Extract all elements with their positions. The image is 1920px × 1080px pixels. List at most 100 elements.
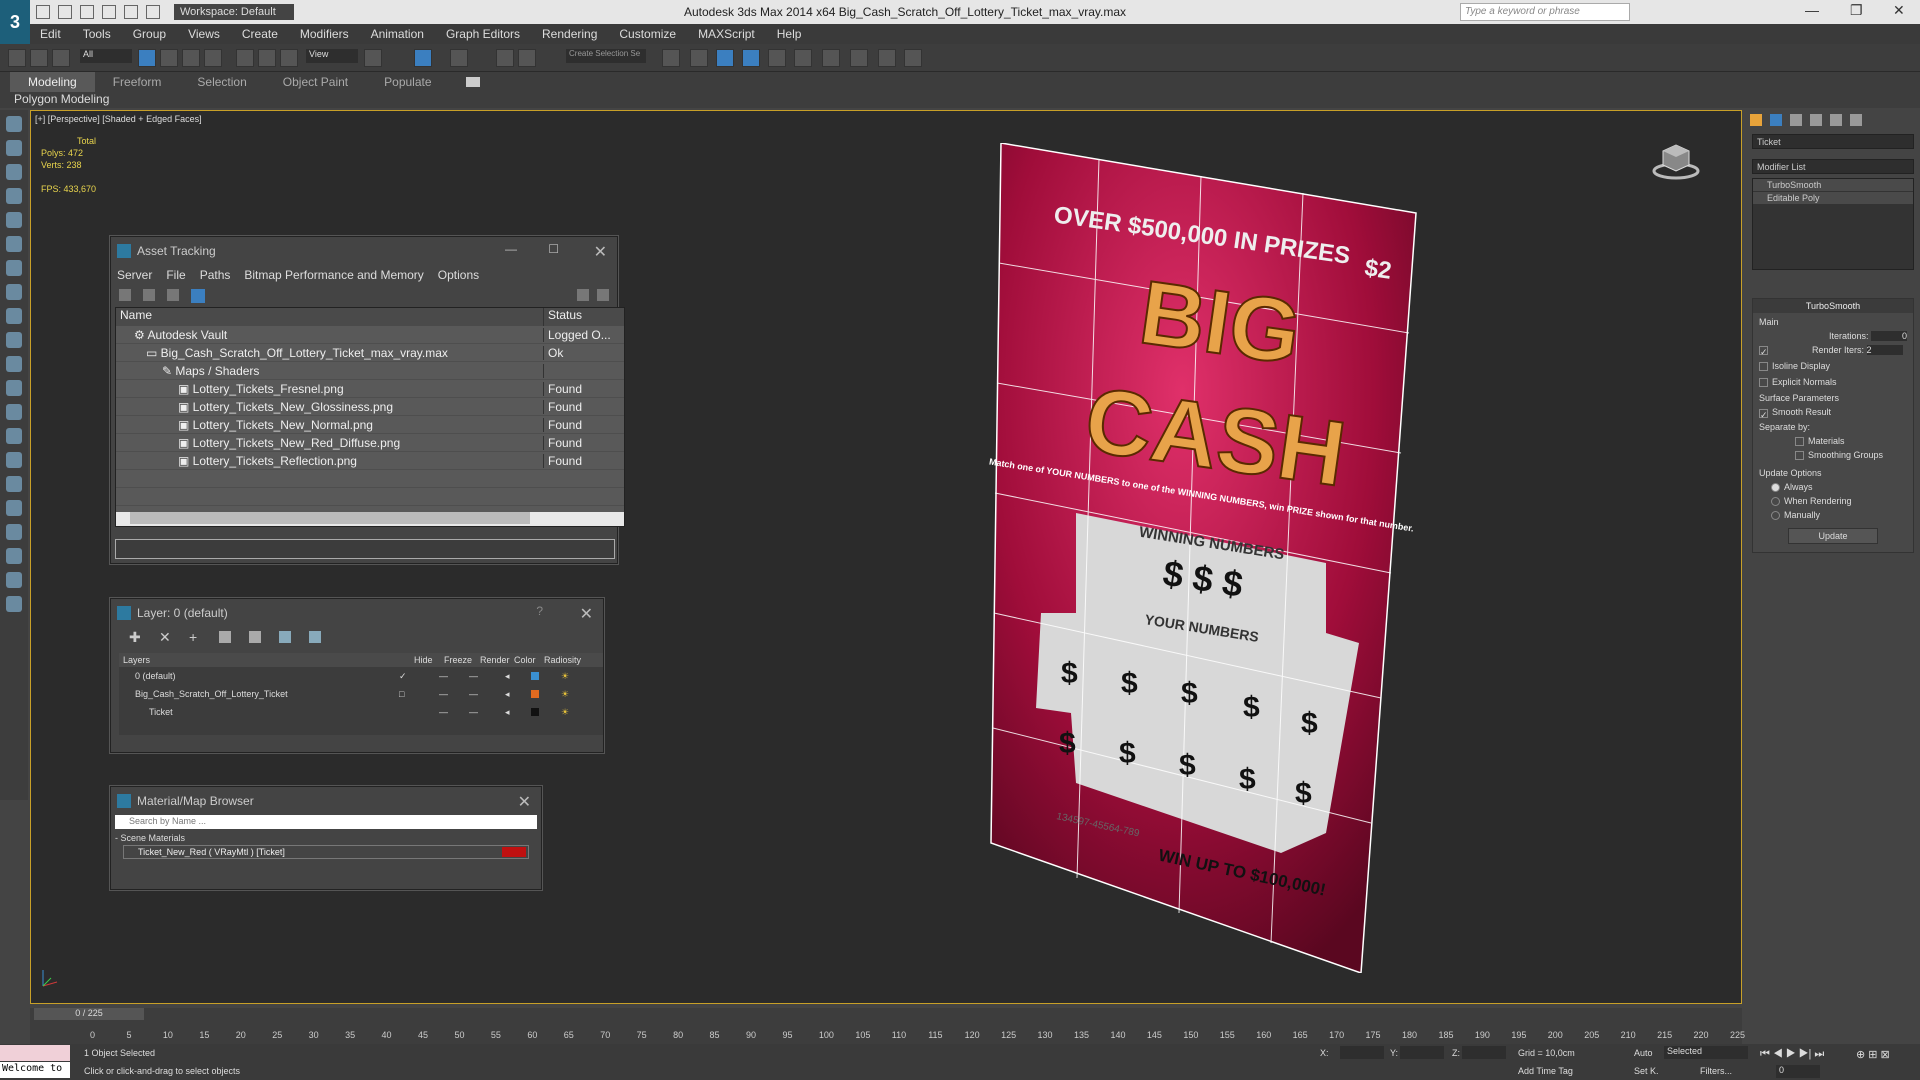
time-slider[interactable]: 0 / 225 (34, 1008, 144, 1020)
refresh-icon[interactable] (119, 289, 131, 301)
tool-icon-9[interactable] (6, 308, 22, 324)
rect-selection-icon[interactable] (182, 49, 200, 67)
selection-filter-dropdown[interactable]: All (80, 49, 132, 63)
tool-icon-18[interactable] (6, 524, 22, 540)
highlight-layer-icon[interactable] (249, 631, 261, 643)
help-search-input[interactable]: Type a keyword or phrase (1460, 3, 1630, 21)
tool-icon-7[interactable] (6, 260, 22, 276)
x-coordinate-field[interactable] (1340, 1046, 1384, 1059)
asset-menu-bitmap[interactable]: Bitmap Performance and Memory (244, 268, 423, 282)
display-tab-icon[interactable] (1830, 114, 1842, 126)
viewport-navigation-controls[interactable]: ⊕ ⊞ ⊠ (1856, 1048, 1890, 1061)
auto-key-button[interactable]: Auto (1634, 1048, 1653, 1058)
new-icon[interactable] (36, 5, 50, 19)
tool-icon-10[interactable] (6, 332, 22, 348)
close-icon[interactable]: ✕ (1893, 2, 1905, 19)
motion-tab-icon[interactable] (1810, 114, 1822, 126)
menu-views[interactable]: Views (188, 27, 220, 41)
menu-modifiers[interactable]: Modifiers (300, 27, 349, 41)
select-object-icon[interactable] (138, 49, 156, 67)
maxscript-listener[interactable]: Welcome to (0, 1062, 70, 1078)
layer-color-swatch[interactable] (531, 690, 539, 698)
menu-group[interactable]: Group (133, 27, 166, 41)
pivot-icon[interactable] (364, 49, 382, 67)
tab-object-paint[interactable]: Object Paint (265, 72, 366, 92)
modify-tab-icon[interactable] (1770, 114, 1782, 126)
table-row[interactable]: ▣ Lottery_Tickets_New_Red_Diffuse.png Fou… (116, 434, 624, 452)
isoline-checkbox[interactable] (1759, 362, 1768, 372)
help-button[interactable]: ? (536, 604, 543, 618)
menu-graph-editors[interactable]: Graph Editors (446, 27, 520, 41)
tool-icon-12[interactable] (6, 380, 22, 396)
tool-icon-1[interactable] (6, 116, 22, 132)
menu-tools[interactable]: Tools (83, 27, 111, 41)
link-icon[interactable] (8, 49, 26, 67)
tab-populate[interactable]: Populate (366, 72, 449, 92)
column-status[interactable]: Status (544, 308, 582, 326)
unlink-icon[interactable] (30, 49, 48, 67)
add-time-tag[interactable]: Add Time Tag (1518, 1066, 1573, 1076)
menu-animation[interactable]: Animation (371, 27, 424, 41)
tool-icon-6[interactable] (6, 236, 22, 252)
render-setup-icon[interactable] (850, 49, 868, 67)
polygon-modeling-panel[interactable]: Polygon Modeling (0, 92, 1920, 108)
tool-icon-4[interactable] (6, 188, 22, 204)
align-icon[interactable] (690, 49, 708, 67)
tool-icon-20[interactable] (6, 572, 22, 588)
lottery-ticket-object[interactable]: OVER $500,000 IN PRIZES $2 BIG CASH Matc… (981, 143, 1431, 973)
reference-coordinate-dropdown[interactable]: View (306, 49, 358, 63)
close-icon[interactable]: ✕ (594, 242, 607, 262)
render-iters-spinner[interactable]: 2 (1866, 345, 1903, 355)
mirror-icon[interactable] (662, 49, 680, 67)
help-icon[interactable] (577, 289, 589, 301)
hide-all-icon[interactable] (279, 631, 291, 643)
create-tab-icon[interactable] (1750, 114, 1762, 126)
tool-icon-19[interactable] (6, 548, 22, 564)
delete-layer-icon[interactable]: ✕ (159, 629, 171, 646)
column-name[interactable]: Name (116, 308, 544, 326)
smoothing-groups-checkbox[interactable] (1795, 450, 1804, 460)
layer-row[interactable]: Big_Cash_Scratch_Off_Lottery_Ticket □ — — ◂ ☀ (119, 685, 603, 703)
tool-icon-14[interactable] (6, 428, 22, 444)
tab-selection[interactable]: Selection (179, 72, 264, 92)
asset-menu-server[interactable]: Server (117, 268, 152, 282)
tool-icon-17[interactable] (6, 500, 22, 516)
tab-modeling[interactable]: Modeling (10, 72, 95, 92)
asset-menu-file[interactable]: File (166, 268, 185, 282)
table-row[interactable]: ⚙ Autodesk Vault Logged O... (116, 326, 624, 344)
tool-icon-2[interactable] (6, 140, 22, 156)
curve-editor-icon[interactable] (768, 49, 786, 67)
table-row[interactable]: ▣ Lottery_Tickets_Reflection.png Found (116, 452, 624, 470)
material-item[interactable]: Ticket_New_Red ( VRayMtl ) [Ticket] (123, 845, 529, 859)
menu-customize[interactable]: Customize (619, 27, 676, 41)
redo-icon[interactable] (124, 5, 138, 19)
table-row[interactable]: ▣ Lottery_Tickets_New_Normal.png Found (116, 416, 624, 434)
settings-icon[interactable] (597, 289, 609, 301)
ribbon-toggle-icon[interactable] (742, 49, 760, 67)
tab-freeform[interactable]: Freeform (95, 72, 180, 92)
tool-icon-21[interactable] (6, 596, 22, 612)
timeline[interactable]: 0 / 225 0 5 10 15 20 25 30 35 40 45 50 55 60 65 70 75 80… (30, 1008, 1745, 1044)
layer-manager-icon[interactable] (716, 49, 734, 67)
ribbon-options-icon[interactable] (465, 77, 480, 87)
scale-icon[interactable] (280, 49, 298, 67)
timeline-ruler[interactable]: 0 5 10 15 20 25 30 35 40 45 50 55 60 65 70 75 80 85 90 95 10… (90, 1022, 1745, 1044)
key-filters-button[interactable]: Filters... (1700, 1066, 1732, 1076)
asset-path-field[interactable] (115, 539, 615, 559)
spinner-snap-icon[interactable] (518, 49, 536, 67)
modifier-list-dropdown[interactable]: Modifier List (1752, 159, 1914, 174)
scene-materials-group[interactable]: - Scene Materials (115, 833, 537, 843)
render-production-icon[interactable] (904, 49, 922, 67)
project-icon[interactable] (146, 5, 160, 19)
layer-row[interactable]: 0 (default) ✓ — — ◂ ☀ (119, 667, 603, 685)
minimize-icon[interactable]: — (505, 242, 517, 256)
window-crossing-icon[interactable] (204, 49, 222, 67)
app-logo[interactable]: 3 (0, 0, 30, 44)
when-rendering-radio[interactable] (1771, 497, 1780, 506)
viewport-label[interactable]: [+] [Perspective] [Shaded + Edged Faces] (35, 114, 202, 124)
list-view-icon[interactable] (143, 289, 155, 301)
freeze-all-icon[interactable] (309, 631, 321, 643)
tool-icon-3[interactable] (6, 164, 22, 180)
table-row[interactable]: ✎ Maps / Shaders (116, 362, 624, 380)
table-view-icon[interactable] (191, 289, 205, 303)
